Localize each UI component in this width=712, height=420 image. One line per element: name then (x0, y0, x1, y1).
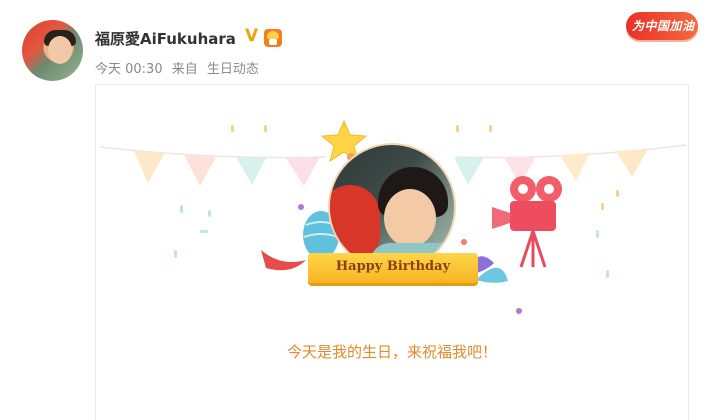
bunting-flag (184, 155, 216, 186)
photo-face (384, 189, 436, 247)
source-prefix: 来自 (171, 62, 198, 77)
post-time[interactable]: 今天 00:30 (95, 62, 163, 77)
streamer (261, 250, 306, 271)
bunting-flag (286, 157, 320, 186)
bunting-flag (134, 151, 164, 183)
bunting-string-left (99, 146, 327, 159)
source-link[interactable]: 生日动态 (207, 62, 259, 77)
bunting-flag (454, 157, 484, 185)
movie-camera-icon (492, 176, 562, 268)
username-link[interactable]: 福原愛AiFukuhara (95, 28, 236, 49)
bunting-flag (236, 157, 266, 185)
bunting-flag (616, 149, 648, 177)
birthday-card[interactable]: Happy Birthday (95, 84, 689, 420)
confetti-dot (298, 204, 304, 210)
avatar[interactable] (22, 20, 83, 81)
bunting-flag (560, 153, 590, 181)
ribbon-label: Happy Birthday (335, 259, 451, 274)
birthday-medal-icon[interactable] (264, 29, 282, 47)
confetti-dot (516, 308, 522, 314)
avatar-face (48, 36, 72, 64)
confetti-dot (461, 239, 467, 245)
birthday-message[interactable]: 今天是我的生日，来祝福我吧！ (95, 341, 689, 362)
happy-birthday-ribbon: Happy Birthday (308, 253, 478, 289)
promo-badge[interactable]: 为中国加油 (622, 6, 702, 48)
promo-label: 为中国加油 (632, 19, 695, 33)
post-meta: 今天 00:30 来自 生日动态 (95, 58, 264, 77)
birthday-photo[interactable] (328, 143, 456, 271)
verified-v-icon: V (245, 26, 259, 46)
